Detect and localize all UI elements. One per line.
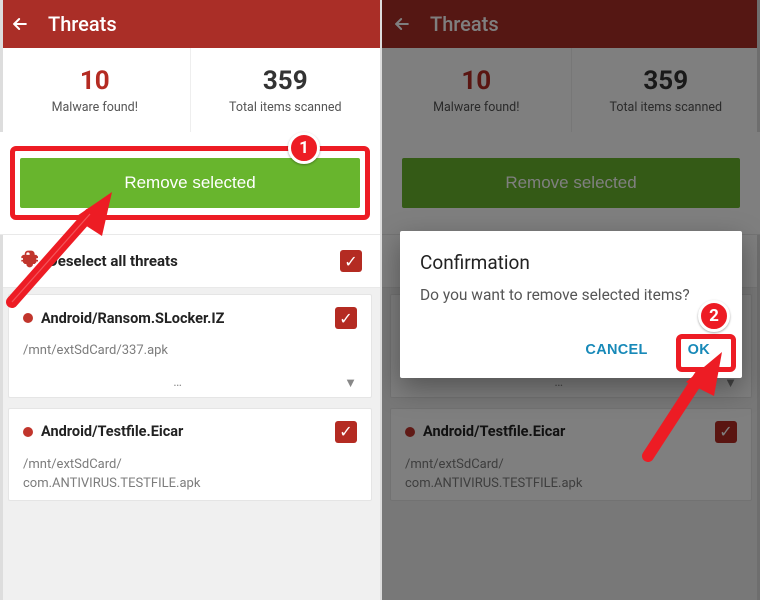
- threat-path: /mnt/extSdCard/ com.ANTIVIRUS.TESTFILE.a…: [23, 455, 357, 494]
- threat-status-dot-icon: [23, 313, 33, 323]
- app-bar: Threats: [0, 0, 380, 48]
- stat-scanned: 359 Total items scanned: [190, 48, 381, 132]
- dialog-title: Confirmation: [420, 251, 722, 274]
- stat-malware-label: Malware found!: [52, 100, 138, 115]
- deselect-all-label: Deselect all threats: [48, 252, 330, 270]
- deselect-all-row[interactable]: Deselect all threats ✓: [0, 235, 380, 288]
- confirmation-dialog: Confirmation Do you want to remove selec…: [400, 231, 742, 378]
- screen-step-2: Threats 10 Malware found! 359 Total item…: [380, 0, 760, 600]
- stats-row: 10 Malware found! 359 Total items scanne…: [0, 48, 380, 132]
- callout-badge-1: 1: [288, 132, 320, 164]
- cancel-button[interactable]: CANCEL: [573, 334, 659, 366]
- stat-scanned-count: 359: [263, 66, 308, 96]
- bug-icon: [18, 249, 38, 273]
- remove-selected-button[interactable]: Remove selected: [20, 158, 360, 208]
- ok-button[interactable]: OK: [676, 334, 722, 366]
- stat-malware: 10 Malware found!: [0, 48, 190, 132]
- stat-malware-count: 10: [80, 66, 110, 96]
- threat-list: Android/Ransom.SLocker.IZ ✓ /mnt/extSdCa…: [0, 288, 380, 501]
- decoration: [0, 0, 3, 600]
- callout-badge-2: 2: [698, 300, 730, 332]
- threat-path: /mnt/extSdCard/337.apk: [23, 341, 357, 361]
- threat-checkbox[interactable]: ✓: [335, 421, 357, 443]
- threat-card[interactable]: Android/Testfile.Eicar ✓ /mnt/extSdCard/…: [8, 408, 372, 501]
- deselect-all-checkbox[interactable]: ✓: [340, 250, 362, 272]
- screen-step-1: Threats 10 Malware found! 359 Total item…: [0, 0, 380, 600]
- threat-name: Android/Ransom.SLocker.IZ: [41, 310, 327, 327]
- threat-checkbox[interactable]: ✓: [335, 307, 357, 329]
- threat-card[interactable]: Android/Ransom.SLocker.IZ ✓ /mnt/extSdCa…: [8, 294, 372, 398]
- remove-button-area: Remove selected: [0, 132, 380, 235]
- stat-scanned-label: Total items scanned: [229, 100, 342, 115]
- back-icon[interactable]: [10, 14, 30, 34]
- threat-status-dot-icon: [23, 427, 33, 437]
- chevron-down-icon[interactable]: ▼: [344, 375, 357, 391]
- dialog-message: Do you want to remove selected items?: [420, 284, 722, 306]
- more-icon[interactable]: …: [173, 375, 182, 390]
- dialog-actions: CANCEL OK: [420, 334, 722, 366]
- page-title: Threats: [48, 12, 117, 36]
- threat-name: Android/Testfile.Eicar: [41, 423, 327, 440]
